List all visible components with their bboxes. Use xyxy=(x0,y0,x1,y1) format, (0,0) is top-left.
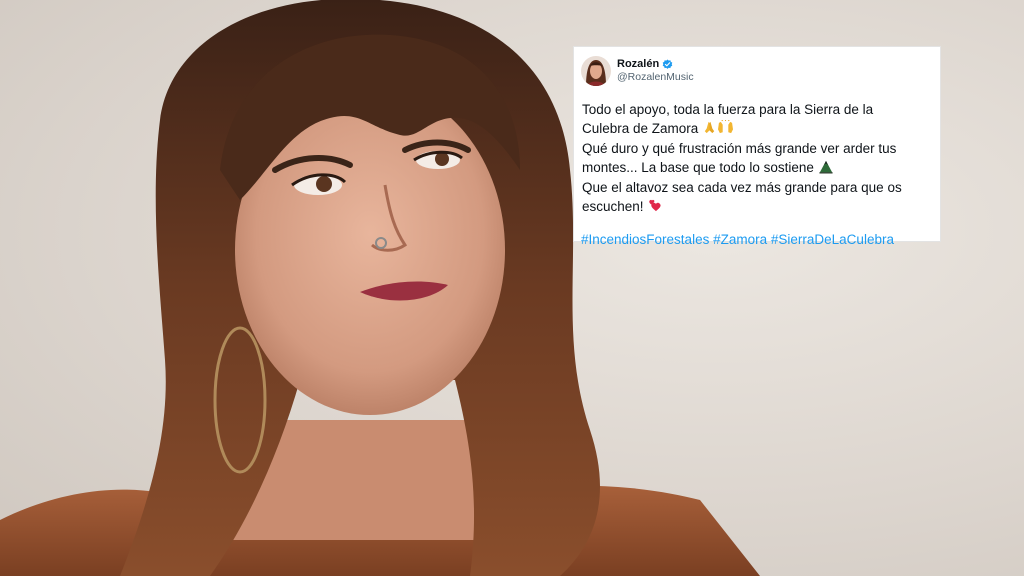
tweet-line-2: Culebra de Zamora xyxy=(582,119,928,141)
author-display-name[interactable]: Rozalén xyxy=(617,58,659,71)
hashtag-zamora[interactable]: #Zamora xyxy=(713,232,767,247)
tweet-line-1: Todo el apoyo, toda la fuerza para la Si… xyxy=(582,102,874,117)
two-hearts-emoji xyxy=(647,198,663,219)
praying-hands-emoji xyxy=(702,120,717,141)
tweet-line-3: Qué duro y qué frustración más grande ve… xyxy=(582,141,897,156)
avatar-photo-icon xyxy=(581,56,611,86)
author-handle[interactable]: @RozalenMusic xyxy=(617,71,694,84)
author-names: Rozalén @RozalenMusic xyxy=(617,58,694,84)
tweet-line-6: escuchen! xyxy=(582,198,928,219)
author-name-row: Rozalén xyxy=(617,58,694,71)
tweet-text: Todo el apoyo, toda la fuerza para la Si… xyxy=(581,101,928,218)
tweet-line-2-text: Culebra de Zamora xyxy=(582,120,699,136)
hashtag-row: #IncendiosForestales #Zamora #SierraDeLa… xyxy=(581,232,928,247)
raised-hands-emoji xyxy=(717,119,734,141)
hashtag-incendios-forestales[interactable]: #IncendiosForestales xyxy=(581,232,709,247)
tweet-card: Rozalén @RozalenMusic Todo el apoyo, tod… xyxy=(573,46,941,247)
avatar[interactable] xyxy=(581,56,611,86)
screenshot-canvas: Rozalén @RozalenMusic Todo el apoyo, tod… xyxy=(0,0,1024,576)
tweet-line-6-text: escuchen! xyxy=(582,198,644,214)
tweet-header: Rozalén @RozalenMusic xyxy=(581,55,928,87)
tweet-line-4: montes... La base que todo lo sostiene xyxy=(582,159,928,180)
hashtag-sierra-de-la-culebra[interactable]: #SierraDeLaCulebra xyxy=(771,232,894,247)
verified-badge-icon xyxy=(662,59,673,70)
tweet-line-4-text: montes... La base que todo lo sostiene xyxy=(582,159,814,175)
mountain-emoji xyxy=(818,159,834,180)
tweet-line-5: Que el altavoz sea cada vez más grande p… xyxy=(582,180,902,195)
